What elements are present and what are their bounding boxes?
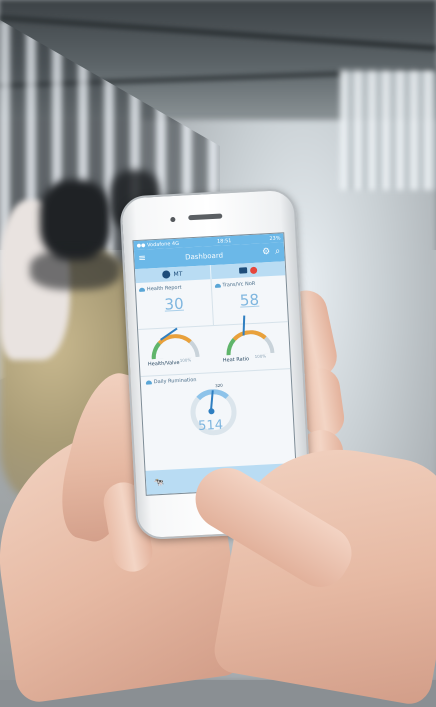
- rumination-label: Daily Rumination: [153, 377, 197, 386]
- card-value: 58: [239, 290, 260, 310]
- cow-icon: [214, 283, 221, 288]
- gauge-caption: Heat Ratio: [222, 356, 250, 364]
- gauge-max: 100%: [179, 357, 192, 363]
- earpiece: [188, 213, 223, 221]
- gauge-dial: [150, 332, 200, 360]
- brand-logo-icon: [162, 270, 171, 279]
- herd-icon[interactable]: 🐄: [154, 477, 164, 487]
- cow: [30, 250, 120, 290]
- gauge-caption: Health/Valve: [147, 359, 180, 368]
- alert-dot-icon: [249, 266, 258, 274]
- gauge-row: Health/Valve 100% Heat Ratio 100%: [138, 315, 291, 377]
- gauge-max: 100%: [254, 353, 267, 359]
- card-value: 30: [164, 294, 185, 314]
- brand-text: MT: [173, 270, 183, 278]
- cow-icon: [145, 380, 152, 385]
- hamburger-icon[interactable]: ≡: [138, 254, 146, 264]
- health-report-card[interactable]: Health Report 30: [136, 279, 213, 329]
- clock-text: 18:51: [216, 237, 232, 245]
- search-icon[interactable]: ⌕: [275, 246, 281, 256]
- heat-gauge[interactable]: Heat Ratio 100%: [213, 315, 290, 372]
- battery-text: 23%: [269, 234, 281, 242]
- phone-screen: ●● Vodafone 4G 18:51 23% ≡ Dashboard ⚙ ⌕…: [132, 232, 298, 496]
- camera-icon: [238, 267, 248, 274]
- summary-cards: Health Report 30 Trans/Vc NoR 58: [135, 275, 288, 331]
- cow: [40, 180, 110, 260]
- rumination-panel[interactable]: Daily Rumination 320 514: [141, 369, 295, 449]
- page-title: Dashboard: [184, 250, 224, 261]
- gauge-dial: [225, 328, 275, 356]
- front-camera: [170, 216, 176, 223]
- gear-icon[interactable]: ⚙: [262, 247, 271, 257]
- card-label: Health Report: [146, 284, 182, 293]
- card-label: Trans/Vc NoR: [222, 280, 256, 289]
- cow-icon: [138, 287, 146, 292]
- stall-railings-right: [340, 70, 436, 190]
- health-gauge[interactable]: Health/Valve 100%: [138, 326, 215, 376]
- trans-card[interactable]: Trans/Vc NoR 58: [210, 275, 288, 326]
- rumination-value: 514: [197, 417, 224, 435]
- rumination-max: 320: [214, 382, 223, 389]
